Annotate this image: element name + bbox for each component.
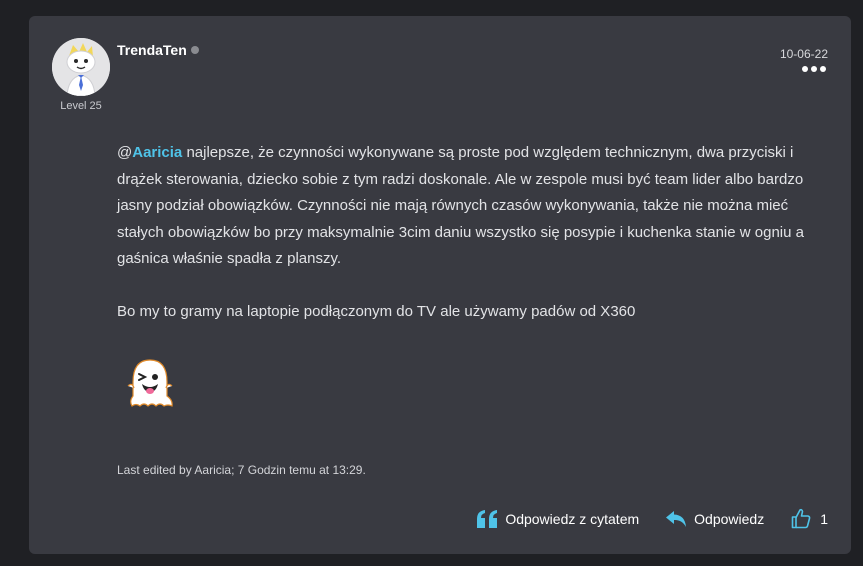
post-paragraph: @Aaricia najlepsze, że czynności wykonyw… [117,144,804,267]
author-username[interactable]: TrendaTen [117,42,187,58]
quote-reply-button[interactable]: Odpowiedz z cytatem [477,509,640,528]
user-level: Level 25 [60,100,102,112]
more-options-button[interactable] [802,66,826,72]
post-body: @Aaricia najlepsze, że czynności wykonyw… [117,140,829,325]
dot-icon [811,66,817,72]
quote-reply-label: Odpowiedz z cytatem [505,510,640,527]
reply-button[interactable]: Odpowiedz [665,510,764,528]
dot-icon [802,66,808,72]
offline-status-icon [190,46,199,54]
post-actions: Odpowiedz z cytatem Odpowiedz 1 [477,508,828,529]
avatar-character-icon [52,38,110,96]
thumbs-up-icon [791,508,811,529]
ghost-emoji-icon [124,356,176,410]
user-avatar[interactable] [52,38,110,96]
post-paragraph: Bo my to gramy na laptopie podłączonym d… [117,302,636,320]
like-count: 1 [820,510,828,527]
post-card: Level 25 TrendaTen 10-06-22 @Aaricia naj… [29,16,851,554]
quote-icon [477,509,498,528]
dot-icon [820,66,826,72]
post-date: 10-06-22 [779,47,828,61]
like-button[interactable]: 1 [791,508,828,529]
paragraph-text: najlepsze, że czynności wykonywane są pr… [117,144,804,267]
mention-link[interactable]: Aaricia [132,144,182,161]
edited-note: Last edited by Aaricia; 7 Godzin temu at… [117,463,366,477]
reply-arrow-icon [666,510,687,527]
author-block: TrendaTen [117,42,199,58]
reply-label: Odpowiedz [694,510,765,527]
